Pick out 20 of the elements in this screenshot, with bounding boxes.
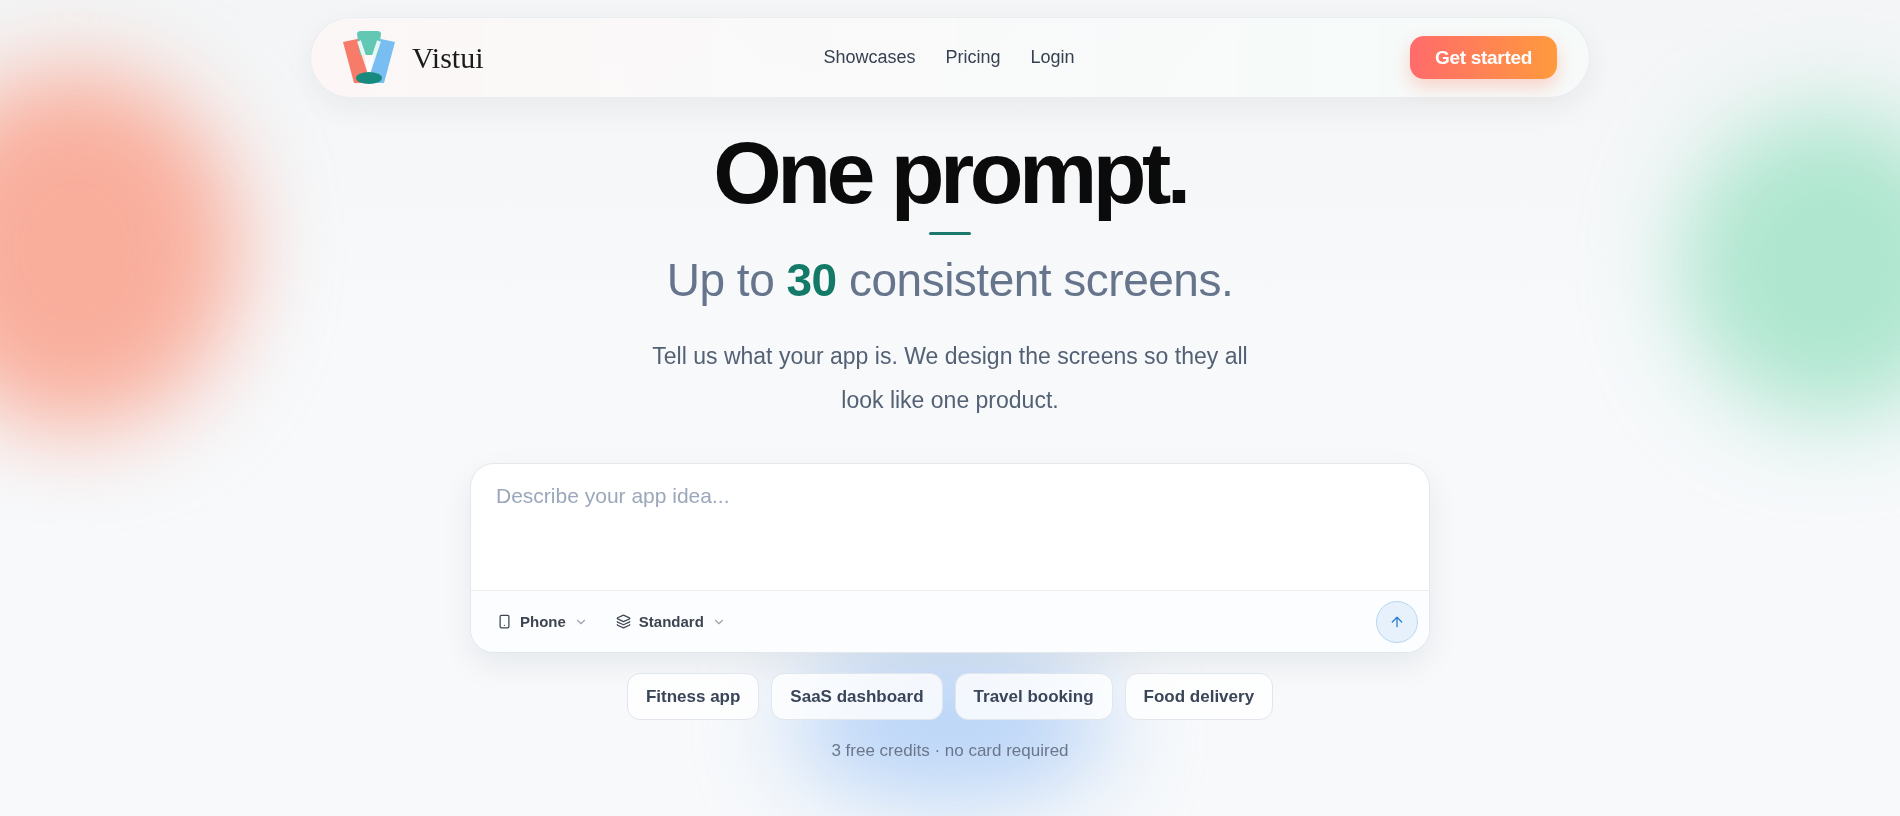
hero-subtitle: Up to 30 consistent screens. [666,253,1234,308]
mode-dropdown[interactable]: Standard [607,604,734,639]
accent-divider [929,232,971,235]
nav-link[interactable]: Showcases [823,47,916,68]
prompt-field[interactable]: Describe your app idea... [471,464,1429,590]
suggestion-chip[interactable]: Food delivery [1124,673,1274,720]
nav-link[interactable]: Login [1030,47,1075,68]
suggestion-chip[interactable]: Travel booking [954,673,1113,720]
send-button[interactable] [1376,600,1418,643]
brand-name: Vistui [412,40,484,75]
layers-icon [615,614,631,629]
logo-icon [341,30,397,85]
prompt-box[interactable]: Describe your app idea... Phone Standard [470,463,1430,653]
device-dropdown[interactable]: Phone [489,604,596,639]
phone-icon [497,614,512,629]
hero-description: Tell us what your app is. We design the screens so they all look like one product. [651,342,1249,415]
credits-note: 3 free credits · no card required [831,740,1069,762]
suggestion-chip[interactable]: Fitness app [626,673,760,720]
nav-link[interactable]: Pricing [945,47,1001,68]
suggestion-chip[interactable]: SaaS dashboard [771,673,943,720]
